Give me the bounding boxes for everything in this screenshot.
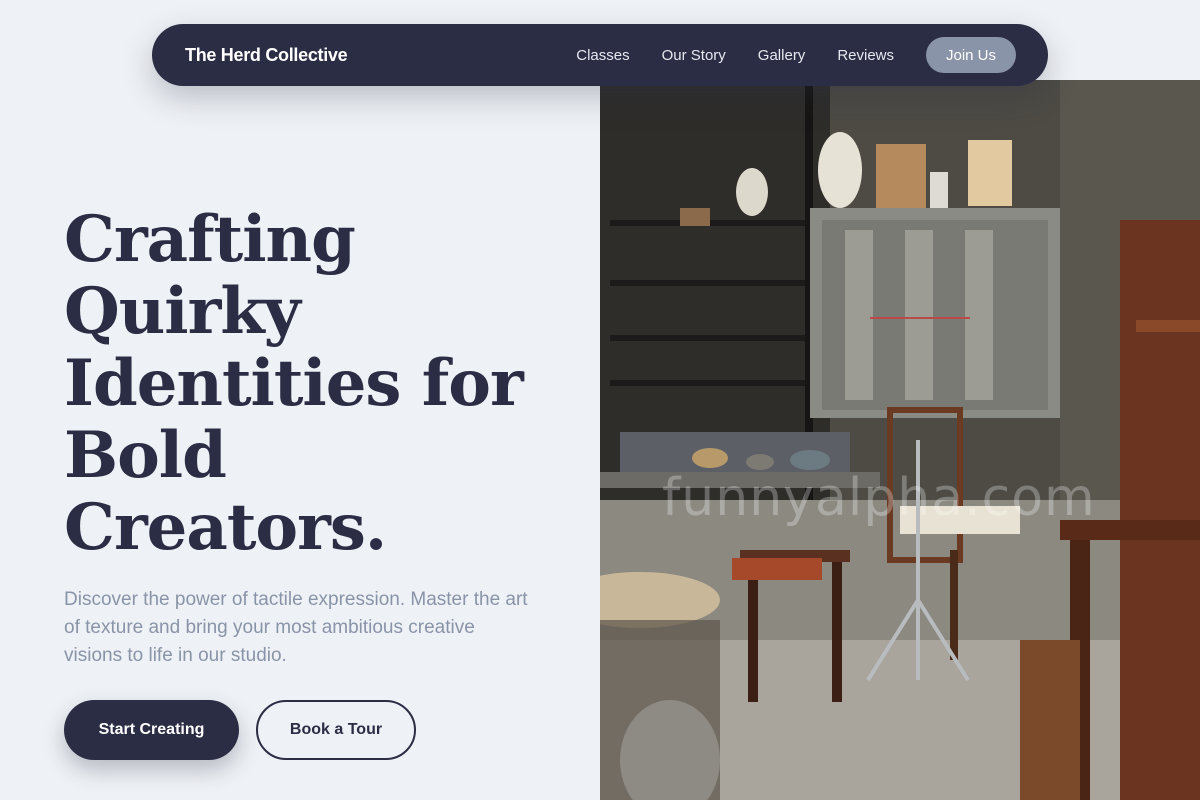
pottery-studio-illustration xyxy=(600,80,1200,800)
headline-line: Quirky xyxy=(64,274,301,349)
headline-line: Creators. xyxy=(64,490,387,565)
headline-line: Bold xyxy=(64,418,227,493)
nav-link-our-story[interactable]: Our Story xyxy=(662,47,726,64)
watermark-text: funnyalpha.com xyxy=(662,468,1096,528)
join-us-button[interactable]: Join Us xyxy=(926,37,1016,73)
brand-logo[interactable]: The Herd Collective xyxy=(185,45,348,66)
nav-link-gallery[interactable]: Gallery xyxy=(758,47,806,64)
nav-link-classes[interactable]: Classes xyxy=(576,47,629,64)
headline-line: Identities for xyxy=(64,346,524,421)
book-a-tour-button[interactable]: Book a Tour xyxy=(256,700,416,760)
hero-headline: Crafting Quirky Identities for Bold Crea… xyxy=(64,204,584,564)
hero-subtext: Discover the power of tactile expression… xyxy=(64,589,528,666)
start-creating-button[interactable]: Start Creating xyxy=(64,700,239,760)
nav-link-reviews[interactable]: Reviews xyxy=(837,47,894,64)
headline-line: Crafting xyxy=(64,202,356,277)
hero-image: funnyalpha.com xyxy=(600,80,1200,800)
nav-links: Classes Our Story Gallery Reviews xyxy=(576,47,894,64)
top-navigation: The Herd Collective Classes Our Story Ga… xyxy=(152,24,1048,86)
